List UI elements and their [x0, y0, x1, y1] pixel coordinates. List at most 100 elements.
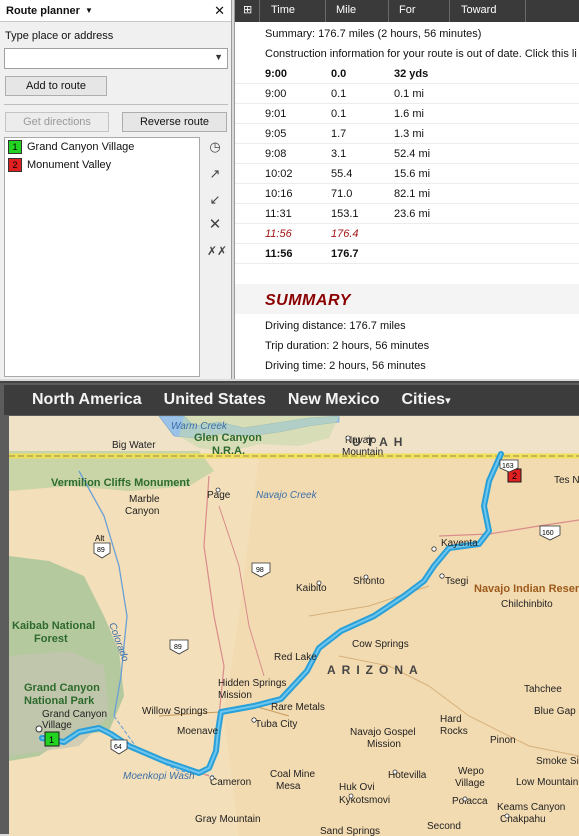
map-label-kaibab-2: Forest	[34, 633, 68, 645]
map-label-tuba-city: Tuba City	[255, 719, 297, 730]
map-label-hard-rocks: Hard	[440, 714, 462, 725]
svg-text:163: 163	[502, 463, 514, 470]
divider	[4, 104, 228, 105]
breadcrumb-new-mexico[interactable]: New Mexico	[288, 391, 380, 409]
remove-stop-icon[interactable]: ✕	[207, 217, 223, 233]
move-down-icon[interactable]: ↙	[207, 192, 223, 208]
map-label-gray-mountain: Gray Mountain	[195, 814, 261, 825]
stop-name: Monument Valley	[27, 159, 112, 171]
breadcrumb-cities[interactable]: Cities▾	[402, 391, 451, 409]
map-label-navajo-gospel: Navajo Gospel	[350, 727, 416, 738]
close-icon[interactable]: ✕	[214, 3, 225, 19]
place-input-combo[interactable]: ▼	[4, 48, 228, 69]
map-label-gc-village-2: Village	[42, 720, 72, 731]
svg-text:98: 98	[256, 567, 264, 574]
table-row[interactable]: 11:31 153.1 23.6 mi	[235, 204, 579, 224]
place-input[interactable]	[5, 49, 205, 68]
map-label-hidden-springs-2: Mission	[218, 690, 252, 701]
map-label-warm-creek: Warm Creek	[171, 421, 228, 432]
table-row[interactable]: 11:56 176.7	[235, 244, 579, 264]
map-label-navajo-indian: Navajo Indian Reser	[474, 583, 579, 595]
svg-text:1: 1	[49, 735, 54, 745]
column-header-time[interactable]: Time	[271, 4, 295, 16]
map-label-tsegi: Tsegi	[445, 576, 468, 587]
svg-text:160: 160	[542, 530, 554, 537]
map-label-marble-2: Canyon	[125, 506, 159, 517]
construction-note-link[interactable]: Construction information for your route …	[265, 48, 577, 60]
list-item[interactable]: 1 Grand Canyon Village	[5, 138, 199, 156]
map-label-navajo-gospel-2: Mission	[367, 739, 401, 750]
stop-name: Grand Canyon Village	[27, 141, 135, 153]
table-row[interactable]: 9:08 3.1 52.4 mi	[235, 144, 579, 164]
stop-flag-icon: 2	[8, 158, 22, 172]
map-label-moenave: Moenave	[177, 726, 219, 737]
svg-text:Alt: Alt	[95, 534, 105, 543]
map-label-pinon: Pinon	[490, 735, 516, 746]
map-label-navajo-mtn-2: Mountain	[342, 447, 383, 458]
breadcrumb-united-states[interactable]: United States	[164, 391, 266, 409]
map-label-huk-ovi: Huk Ovi	[339, 782, 375, 793]
map-label-nra: N.R.A.	[212, 445, 245, 457]
map-label-kaibab: Kaibab National	[12, 620, 95, 632]
map-label-tahchee: Tahchee	[524, 684, 562, 695]
map-label-sand-springs: Sand Springs	[320, 826, 380, 836]
map-label-low-mountain: Low Mountain	[516, 777, 578, 788]
map-label-hidden-springs: Hidden Springs	[218, 678, 286, 689]
breadcrumb-north-america[interactable]: North America	[32, 391, 142, 409]
column-header-for[interactable]: For	[399, 4, 416, 16]
table-row[interactable]: 10:16 71.0 82.1 mi	[235, 184, 579, 204]
column-header-mile[interactable]: Mile	[336, 4, 356, 16]
reverse-route-button[interactable]: Reverse route	[122, 112, 227, 132]
list-item[interactable]: 2 Monument Valley	[5, 156, 199, 174]
table-row[interactable]: 9:05 1.7 1.3 mi	[235, 124, 579, 144]
map-label-second-mesa: Second	[427, 821, 461, 832]
map-label-glen-canyon: Glen Canyon	[194, 432, 262, 444]
svg-text:89: 89	[174, 644, 182, 651]
route-planner-pane: Route planner ▼ ✕ Type place or address …	[0, 0, 232, 379]
map-label-hard-rocks-2: Rocks	[440, 726, 468, 737]
map-label-keams-canyon: Keams Canyon	[497, 802, 565, 813]
table-row[interactable]: 10:02 55.4 15.6 mi	[235, 164, 579, 184]
summary-heading: SUMMARY	[265, 292, 351, 309]
move-up-icon[interactable]: ↗	[207, 166, 223, 182]
chevron-down-icon[interactable]: ▼	[214, 52, 223, 62]
map-canvas[interactable]: 1 2 89 Alt 98 89 160 163 64 UTAH Warm Cr…	[9, 416, 579, 836]
svg-text:64: 64	[114, 744, 122, 751]
map-label-cameron: Cameron	[210, 777, 251, 788]
add-to-route-button[interactable]: Add to route	[5, 76, 107, 96]
chevron-down-icon: ▾	[445, 395, 451, 407]
stop-flag-icon: 1	[8, 140, 22, 154]
map-label-marble: Marble	[129, 494, 160, 505]
planner-title[interactable]: Route planner	[6, 5, 80, 17]
map-label-arizona: ARIZONA	[327, 663, 424, 677]
table-row[interactable]: 9:00 0.0 32 yds	[235, 64, 579, 84]
clear-route-icon[interactable]: ✗✗	[207, 243, 227, 259]
map-label-wepo: Wepo	[458, 766, 484, 777]
column-header-toward[interactable]: Toward	[461, 4, 496, 16]
driving-distance: Driving distance: 176.7 miles	[265, 320, 406, 332]
clock-icon[interactable]: ◷	[207, 139, 223, 155]
map-label-tes-n: Tes N	[554, 475, 579, 486]
svg-text:89: 89	[97, 547, 105, 554]
place-field-label: Type place or address	[5, 30, 114, 42]
map-label-coal-mine-2: Mesa	[276, 781, 301, 792]
map-label-blue-gap: Blue Gap	[534, 706, 576, 717]
table-row[interactable]: 9:00 0.1 0.1 mi	[235, 84, 579, 104]
map-label-gc-village: Grand Canyon	[42, 709, 107, 720]
table-row[interactable]: 11:56 176.4	[235, 224, 579, 244]
directions-panel: ⊞ Time Mile For Toward Summary: 176.7 mi…	[234, 0, 579, 379]
route-summary: Summary: 176.7 miles (2 hours, 56 minute…	[265, 28, 482, 40]
map-label-rare-metals: Rare Metals	[271, 702, 325, 713]
get-directions-button[interactable]: Get directions	[5, 112, 109, 132]
trip-duration: Trip duration: 2 hours, 56 minutes	[265, 340, 430, 352]
map-label-gc-np: Grand Canyon	[24, 682, 100, 694]
map-label-willow-springs: Willow Springs	[142, 706, 208, 717]
directions-header: ⊞ Time Mile For Toward	[235, 0, 579, 22]
table-row[interactable]: 9:01 0.1 1.6 mi	[235, 104, 579, 124]
map-label-kayenta: Kayenta	[441, 538, 478, 549]
planner-menu-caret-icon[interactable]: ▼	[85, 6, 93, 15]
map-label-coal-mine: Coal Mine	[270, 769, 315, 780]
expand-icon[interactable]: ⊞	[243, 3, 252, 16]
map-label-chilchinbito: Chilchinbito	[501, 599, 553, 610]
map-panel: North America United States New Mexico C…	[0, 381, 579, 836]
